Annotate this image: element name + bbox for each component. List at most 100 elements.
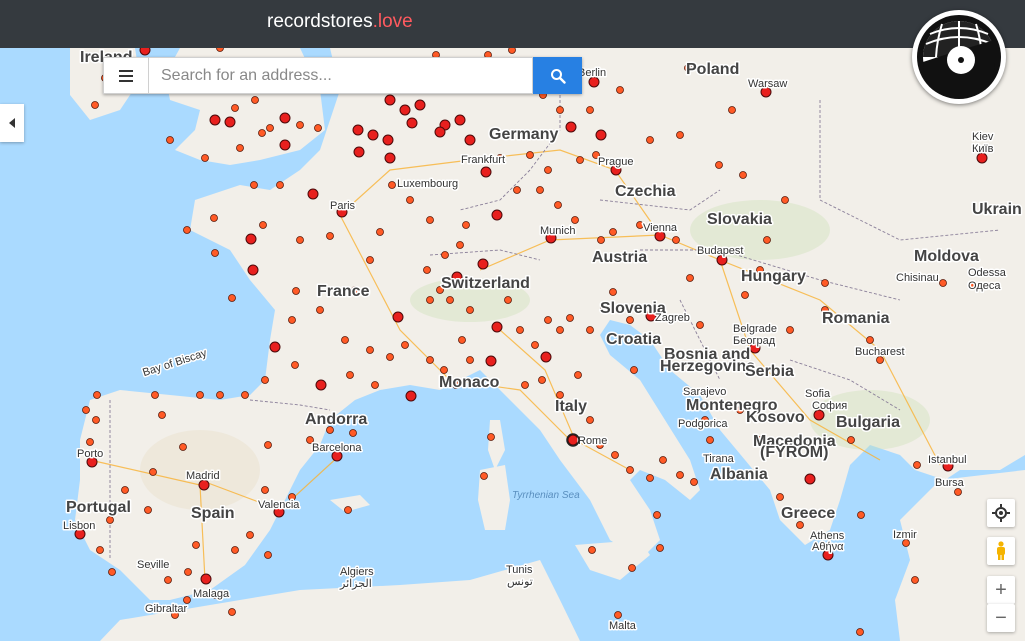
record-store-marker[interactable] (536, 186, 544, 194)
zoom-in-button[interactable]: + (987, 576, 1015, 604)
street-view-button[interactable] (987, 537, 1015, 565)
record-store-marker[interactable] (676, 471, 684, 479)
record-store-marker[interactable] (739, 171, 747, 179)
record-store-marker[interactable] (82, 406, 90, 414)
record-store-marker[interactable] (480, 472, 488, 480)
record-store-marker[interactable] (92, 416, 100, 424)
record-store-marker[interactable] (210, 214, 218, 222)
zoom-out-button[interactable]: − (987, 604, 1015, 632)
record-store-marker[interactable] (531, 341, 539, 349)
record-store-marker[interactable] (376, 228, 384, 236)
search-input[interactable] (149, 57, 533, 94)
record-store-marker[interactable] (586, 416, 594, 424)
record-store-marker[interactable] (763, 236, 771, 244)
vinyl-globe-logo[interactable] (912, 10, 1006, 104)
record-store-marker[interactable] (353, 146, 365, 158)
record-store-marker[interactable] (588, 546, 596, 554)
record-store-marker[interactable] (586, 106, 594, 114)
record-store-marker[interactable] (706, 436, 714, 444)
record-store-marker[interactable] (567, 434, 579, 446)
record-store-marker[interactable] (586, 326, 594, 334)
record-store-marker[interactable] (464, 134, 476, 146)
record-store-marker[interactable] (386, 353, 394, 361)
record-store-marker[interactable] (821, 279, 829, 287)
record-store-marker[interactable] (250, 181, 258, 189)
record-store-marker[interactable] (426, 356, 434, 364)
record-store-marker[interactable] (326, 232, 334, 240)
record-store-marker[interactable] (96, 546, 104, 554)
record-store-marker[interactable] (659, 456, 667, 464)
record-store-marker[interactable] (466, 306, 474, 314)
record-store-marker[interactable] (911, 576, 919, 584)
record-store-marker[interactable] (200, 573, 212, 585)
record-store-marker[interactable] (576, 156, 584, 164)
record-store-marker[interactable] (392, 311, 404, 323)
record-store-marker[interactable] (183, 226, 191, 234)
record-store-marker[interactable] (462, 221, 470, 229)
record-store-marker[interactable] (521, 381, 529, 389)
record-store-marker[interactable] (228, 608, 236, 616)
record-store-marker[interactable] (269, 341, 281, 353)
record-store-marker[interactable] (399, 104, 411, 116)
record-store-marker[interactable] (288, 316, 296, 324)
brand-title[interactable]: recordstores.love (267, 11, 413, 33)
record-store-marker[interactable] (251, 96, 259, 104)
record-store-marker[interactable] (86, 438, 94, 446)
record-store-marker[interactable] (296, 236, 304, 244)
record-store-marker[interactable] (276, 181, 284, 189)
record-store-marker[interactable] (626, 466, 634, 474)
record-store-marker[interactable] (480, 166, 492, 178)
record-store-marker[interactable] (741, 291, 749, 299)
record-store-marker[interactable] (566, 314, 574, 322)
record-store-marker[interactable] (485, 355, 497, 367)
record-store-marker[interactable] (139, 48, 151, 56)
record-store-marker[interactable] (454, 114, 466, 126)
record-store-marker[interactable] (690, 478, 698, 486)
sidebar-toggle-button[interactable] (0, 104, 24, 142)
record-store-marker[interactable] (279, 139, 291, 151)
record-store-marker[interactable] (401, 341, 409, 349)
record-store-marker[interactable] (247, 264, 259, 276)
record-store-marker[interactable] (786, 326, 794, 334)
record-store-marker[interactable] (291, 361, 299, 369)
record-store-marker[interactable] (316, 306, 324, 314)
record-store-marker[interactable] (504, 296, 512, 304)
record-store-marker[interactable] (426, 216, 434, 224)
record-store-marker[interactable] (414, 99, 426, 111)
record-store-marker[interactable] (209, 114, 221, 126)
record-store-marker[interactable] (216, 391, 224, 399)
record-store-marker[interactable] (179, 443, 187, 451)
record-store-marker[interactable] (653, 511, 661, 519)
record-store-marker[interactable] (259, 221, 267, 229)
record-store-marker[interactable] (307, 188, 319, 200)
record-store-marker[interactable] (121, 486, 129, 494)
record-store-marker[interactable] (939, 279, 947, 287)
record-store-marker[interactable] (216, 48, 224, 52)
record-store-marker[interactable] (715, 161, 723, 169)
record-store-marker[interactable] (228, 294, 236, 302)
record-store-marker[interactable] (554, 201, 562, 209)
record-store-marker[interactable] (611, 451, 619, 459)
record-store-marker[interactable] (352, 124, 364, 136)
record-store-marker[interactable] (440, 366, 448, 374)
record-store-marker[interactable] (382, 134, 394, 146)
record-store-marker[interactable] (246, 531, 254, 539)
record-store-marker[interactable] (196, 391, 204, 399)
record-store-marker[interactable] (857, 511, 865, 519)
record-store-marker[interactable] (366, 346, 374, 354)
record-store-marker[interactable] (954, 488, 962, 496)
record-store-marker[interactable] (672, 236, 680, 244)
record-store-marker[interactable] (201, 154, 209, 162)
record-store-marker[interactable] (630, 366, 638, 374)
record-store-marker[interactable] (314, 124, 322, 132)
record-store-marker[interactable] (149, 468, 157, 476)
record-store-marker[interactable] (441, 251, 449, 259)
record-store-marker[interactable] (728, 106, 736, 114)
search-button[interactable] (533, 57, 582, 94)
record-store-marker[interactable] (296, 121, 304, 129)
record-store-marker[interactable] (628, 564, 636, 572)
record-store-marker[interactable] (513, 186, 521, 194)
record-store-marker[interactable] (574, 371, 582, 379)
record-store-marker[interactable] (458, 336, 466, 344)
record-store-marker[interactable] (491, 209, 503, 221)
